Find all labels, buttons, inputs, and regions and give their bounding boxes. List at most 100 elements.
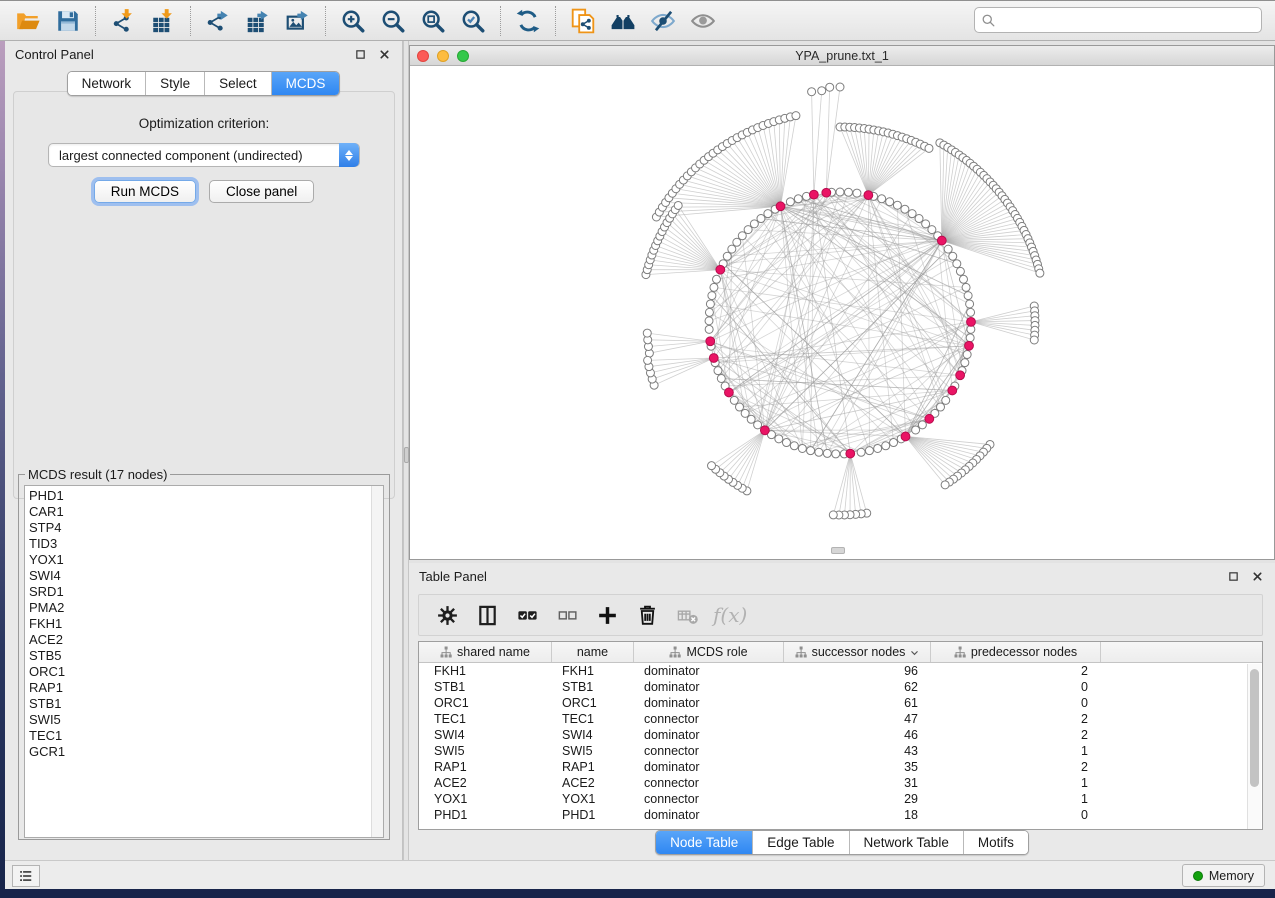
export-image-button[interactable] xyxy=(278,4,318,38)
ring-node[interactable] xyxy=(733,238,741,246)
mcds-hub-node[interactable] xyxy=(760,426,769,435)
mcds-result-item[interactable]: SRD1 xyxy=(29,584,383,600)
hide-details-eye-button[interactable] xyxy=(643,4,683,38)
export-table-button[interactable] xyxy=(238,4,278,38)
table-row[interactable]: SWI4SWI4dominator462 xyxy=(419,727,1262,743)
mcds-result-item[interactable]: YOX1 xyxy=(29,552,383,568)
ring-node[interactable] xyxy=(912,426,920,434)
ring-node[interactable] xyxy=(717,374,725,382)
table-scrollbar[interactable] xyxy=(1247,664,1261,829)
ring-node[interactable] xyxy=(890,439,898,447)
ring-node[interactable] xyxy=(794,195,802,203)
show-details-eye-button[interactable] xyxy=(683,4,723,38)
ring-node[interactable] xyxy=(966,300,974,308)
mcds-hub-node[interactable] xyxy=(846,449,855,458)
close-panel-button[interactable]: Close panel xyxy=(209,180,314,203)
mcds-hub-node[interactable] xyxy=(864,191,873,200)
mcds-hub-node[interactable] xyxy=(706,337,715,346)
optimization-criterion-select[interactable]: largest connected component (undirected) xyxy=(48,143,360,167)
mcds-hub-node[interactable] xyxy=(967,317,976,326)
mcds-result-item[interactable]: ORC1 xyxy=(29,664,383,680)
mcds-result-item[interactable]: RAP1 xyxy=(29,680,383,696)
satellite-node[interactable] xyxy=(808,88,816,96)
import-network-button[interactable] xyxy=(103,4,143,38)
table-row[interactable]: ORC1ORC1dominator610 xyxy=(419,695,1262,711)
mcds-result-item[interactable]: SWI4 xyxy=(29,568,383,584)
network-document-button[interactable] xyxy=(563,4,603,38)
deselect-all-button[interactable] xyxy=(549,598,585,632)
ring-node[interactable] xyxy=(747,415,755,423)
mcds-hub-node[interactable] xyxy=(937,236,946,245)
satellite-node[interactable] xyxy=(1030,336,1038,344)
ring-node[interactable] xyxy=(959,275,967,283)
zoom-out-button[interactable] xyxy=(373,4,413,38)
ring-node[interactable] xyxy=(723,252,731,260)
ring-node[interactable] xyxy=(738,232,746,240)
satellite-node[interactable] xyxy=(925,144,933,152)
ring-node[interactable] xyxy=(962,283,970,291)
column-header-name[interactable]: name xyxy=(552,642,634,662)
mcds-result-item[interactable]: PHD1 xyxy=(29,488,383,504)
satellite-node[interactable] xyxy=(643,329,651,337)
satellite-node[interactable] xyxy=(836,83,844,91)
float-panel-icon[interactable] xyxy=(352,46,368,62)
column-header-shared-name[interactable]: shared name xyxy=(419,642,552,662)
ring-node[interactable] xyxy=(865,447,873,455)
column-header-predecessor-nodes[interactable]: predecessor nodes xyxy=(931,642,1101,662)
mcds-result-item[interactable]: SWI5 xyxy=(29,712,383,728)
ring-node[interactable] xyxy=(937,403,945,411)
table-row[interactable]: ACE2ACE2connector311 xyxy=(419,775,1262,791)
ring-node[interactable] xyxy=(710,283,718,291)
mcds-result-item[interactable]: TID3 xyxy=(29,536,383,552)
gear-button[interactable] xyxy=(429,598,465,632)
close-panel-icon[interactable] xyxy=(376,46,392,62)
delete-column-button[interactable] xyxy=(629,598,665,632)
ring-node[interactable] xyxy=(893,201,901,209)
mcds-hub-node[interactable] xyxy=(716,265,725,274)
search-input[interactable] xyxy=(1000,13,1255,28)
ring-node[interactable] xyxy=(750,220,758,228)
ring-node[interactable] xyxy=(744,226,752,234)
mcds-hub-node[interactable] xyxy=(925,414,934,423)
satellite-node[interactable] xyxy=(708,462,716,470)
close-table-panel-icon[interactable] xyxy=(1249,568,1265,584)
ring-node[interactable] xyxy=(764,210,772,218)
table-scrollbar-thumb[interactable] xyxy=(1250,669,1259,787)
ring-node[interactable] xyxy=(741,409,749,417)
mcds-hub-node[interactable] xyxy=(956,371,965,380)
ring-node[interactable] xyxy=(949,252,957,260)
satellite-node[interactable] xyxy=(1036,269,1044,277)
mcds-result-item[interactable]: ACE2 xyxy=(29,632,383,648)
satellite-node[interactable] xyxy=(826,83,834,91)
network-canvas[interactable] xyxy=(410,66,1274,559)
ring-node[interactable] xyxy=(705,308,713,316)
mcds-result-list[interactable]: PHD1CAR1STP4TID3YOX1SWI4SRD1PMA2FKH1ACE2… xyxy=(24,485,384,838)
ring-node[interactable] xyxy=(735,403,743,411)
split-columns-button[interactable] xyxy=(469,598,505,632)
ring-node[interactable] xyxy=(967,308,975,316)
ring-node[interactable] xyxy=(963,351,971,359)
mcds-result-item[interactable]: TEC1 xyxy=(29,728,383,744)
ring-node[interactable] xyxy=(922,220,930,228)
ring-node[interactable] xyxy=(713,275,721,283)
satellite-node[interactable] xyxy=(818,87,826,95)
mcds-hub-node[interactable] xyxy=(776,202,785,211)
ring-node[interactable] xyxy=(754,421,762,429)
mcds-result-item[interactable]: GCR1 xyxy=(29,744,383,760)
mcds-result-item[interactable]: CAR1 xyxy=(29,504,383,520)
column-header-MCDS-role[interactable]: MCDS role xyxy=(634,642,784,662)
export-network-button[interactable] xyxy=(198,4,238,38)
table-row[interactable]: SWI5SWI5connector431 xyxy=(419,743,1262,759)
ring-node[interactable] xyxy=(918,421,926,429)
table-row[interactable]: STB1STB1dominator620 xyxy=(419,679,1262,695)
column-header-successor-nodes[interactable]: successor nodes xyxy=(784,642,931,662)
ring-node[interactable] xyxy=(857,448,865,456)
ring-node[interactable] xyxy=(961,359,969,367)
mcds-hub-node[interactable] xyxy=(725,388,734,397)
satellite-node[interactable] xyxy=(829,511,837,519)
satellite-node[interactable] xyxy=(941,481,949,489)
table-row[interactable]: PHD1PHD1dominator180 xyxy=(419,807,1262,823)
ring-node[interactable] xyxy=(705,325,713,333)
tab-mcds[interactable]: MCDS xyxy=(272,72,340,95)
mcds-hub-node[interactable] xyxy=(901,432,910,441)
